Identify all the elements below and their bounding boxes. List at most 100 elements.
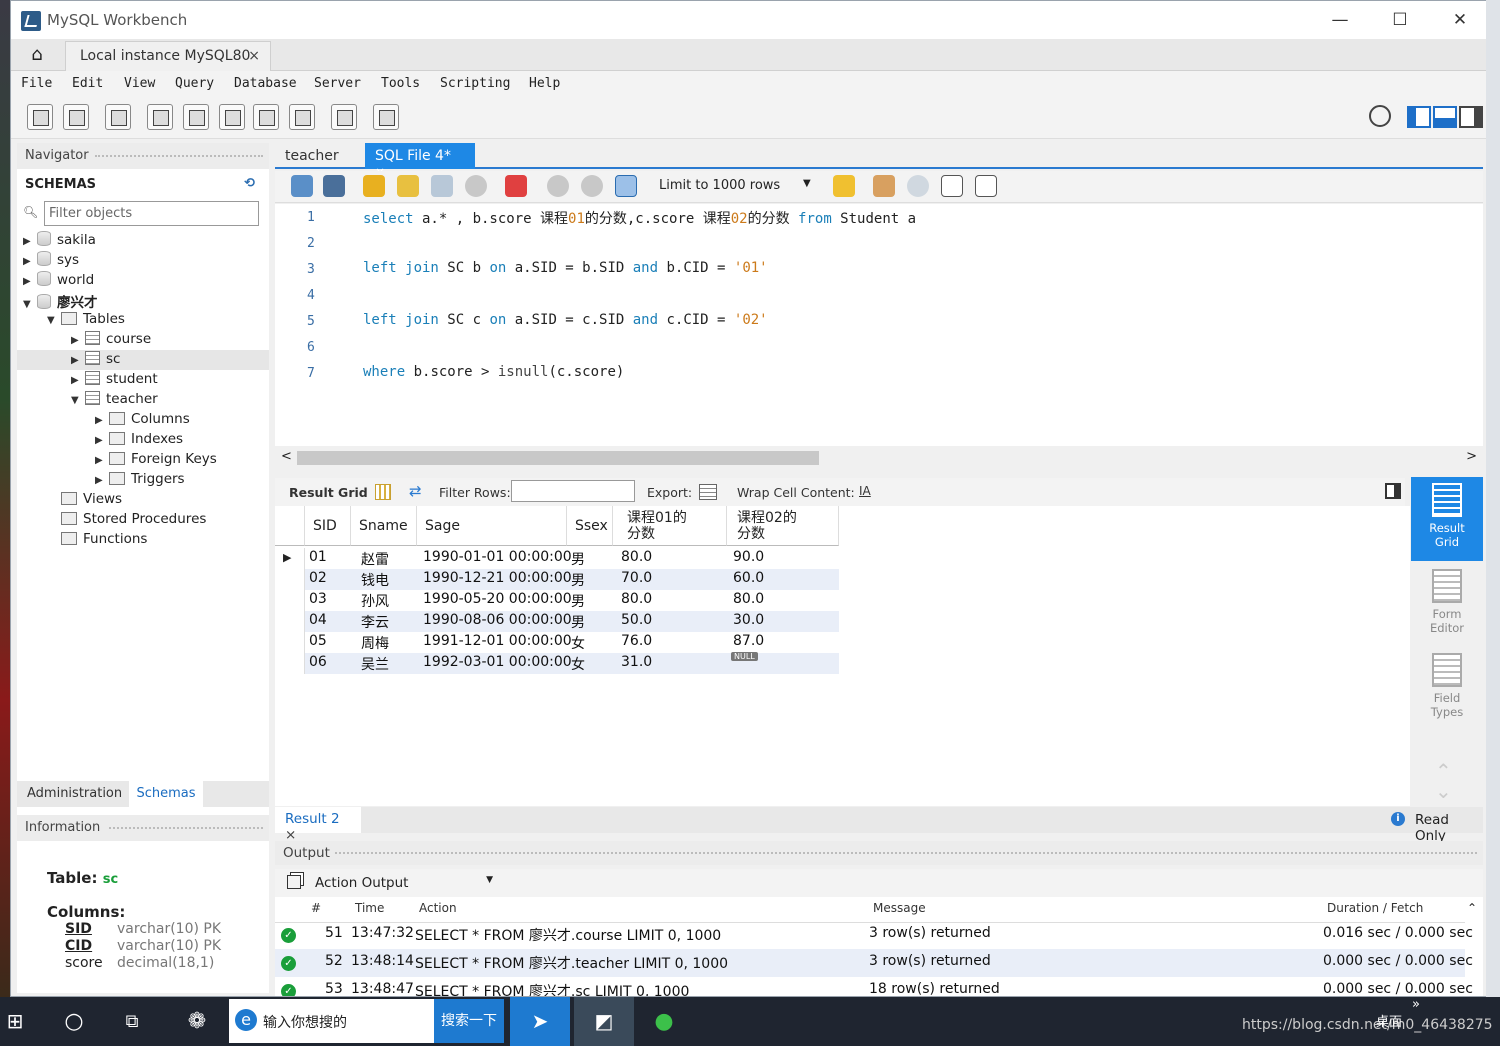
col-header-sname[interactable]: Sname [351, 506, 417, 546]
table-teacher[interactable]: ▼ teacher [71, 391, 158, 411]
grid-cell[interactable]: 1990-01-01 00:00:00 [423, 549, 572, 565]
grid-cell[interactable]: 80.0 [621, 591, 652, 607]
add-snippet-icon[interactable] [833, 175, 855, 197]
filter-objects-input[interactable]: Filter objects [44, 201, 259, 226]
grid-cell[interactable]: 女 [571, 633, 585, 653]
views-node[interactable]: Views [61, 491, 122, 511]
grid-cell[interactable]: 05 [309, 633, 327, 649]
tab-result-2[interactable]: Result 2 × [275, 807, 361, 843]
teacher-indexes[interactable]: ▶ Indexes [95, 431, 183, 451]
form-editor-button[interactable]: Form Editor [1411, 567, 1483, 643]
refresh-icon[interactable]: ⟲ [244, 176, 255, 191]
desktop-label[interactable]: 桌面 [1376, 1011, 1402, 1030]
grid-cell[interactable]: 70.0 [621, 570, 652, 586]
taskbar-search-input[interactable]: e 输入你想搜的 [229, 999, 434, 1043]
invisible-chars-icon[interactable] [941, 175, 963, 197]
rollback-icon[interactable] [581, 175, 603, 197]
output-row[interactable]: ✓ 51 13:47:32 SELECT * FROM 廖兴才.course L… [275, 921, 1473, 949]
menu-scripting[interactable]: Scripting [440, 76, 510, 91]
grid-cell[interactable]: 1990-12-21 00:00:00 [423, 570, 572, 586]
output-type-select[interactable]: Action Output ▼ [309, 872, 495, 894]
grid-cell[interactable]: 60.0 [733, 570, 764, 586]
col-header-sage[interactable]: Sage [417, 506, 567, 546]
windows-start-icon[interactable]: ⊞ [0, 997, 30, 1046]
toggle-secondary-sidebar-icon[interactable] [1459, 106, 1483, 128]
grid-cell[interactable]: 钱电 [361, 570, 389, 590]
tab-teacher[interactable]: teacher [275, 143, 363, 169]
create-procedure-icon[interactable] [253, 104, 279, 130]
close-window-button[interactable]: ✕ [1431, 1, 1489, 39]
tab-administration[interactable]: Administration [27, 786, 122, 801]
col-header-ssex[interactable]: Ssex [567, 506, 613, 546]
grid-cell[interactable]: 80.0 [733, 591, 764, 607]
grid-cell[interactable]: 04 [309, 612, 327, 628]
menu-database[interactable]: Database [234, 76, 297, 91]
grid-cell[interactable]: 02 [309, 570, 327, 586]
settings-gear-icon[interactable] [1369, 105, 1391, 127]
tables-node[interactable]: ▼ Tables [47, 311, 125, 331]
menu-server[interactable]: Server [314, 76, 361, 91]
menu-edit[interactable]: Edit [72, 76, 103, 91]
grid-icon[interactable] [375, 484, 391, 500]
grid-cell[interactable]: 76.0 [621, 633, 652, 649]
home-icon[interactable]: ⌂ [23, 43, 51, 67]
grid-cell[interactable]: 男 [571, 591, 585, 611]
grid-cell[interactable]: 孙风 [361, 591, 389, 611]
cortana-icon[interactable]: ○ [56, 997, 92, 1046]
task-view-icon[interactable]: ⧉ [114, 997, 150, 1046]
col-header-c02[interactable]: 课程02的 分数 [727, 506, 839, 546]
grid-cell[interactable]: 03 [309, 591, 327, 607]
grid-cell[interactable]: 吴兰 [361, 654, 389, 674]
scroll-arrows-icon[interactable]: ⌃ ⌄ [1435, 761, 1452, 801]
grid-cell[interactable]: 1990-05-20 00:00:00 [423, 591, 572, 607]
create-table-icon[interactable] [183, 104, 209, 130]
grid-cell[interactable]: 1991-12-01 00:00:00 [423, 633, 572, 649]
teacher-foreign-keys[interactable]: ▶ Foreign Keys [95, 451, 217, 471]
grid-cell[interactable]: 80.0 [621, 549, 652, 565]
menu-file[interactable]: File [21, 76, 52, 91]
refresh-icon[interactable]: ⇄ [409, 482, 422, 500]
scroll-thumb[interactable] [297, 451, 819, 465]
toggle-panel-icon[interactable] [1385, 483, 1401, 499]
grid-cell[interactable]: 赵雷 [361, 549, 389, 569]
menu-help[interactable]: Help [529, 76, 560, 91]
sql-editor[interactable]: 1 2 3 4 5 6 7 select a.* , b.score 课程01的… [275, 204, 1483, 446]
scroll-right-icon[interactable]: > [1466, 449, 1477, 464]
grid-cell[interactable]: 男 [571, 549, 585, 569]
inspector-icon[interactable] [105, 104, 131, 130]
maximize-button[interactable]: ☐ [1371, 1, 1429, 39]
grid-cell[interactable]: 06 [309, 654, 327, 670]
minimize-button[interactable]: — [1311, 1, 1369, 39]
table-sc[interactable]: ▶ sc [71, 351, 120, 371]
explain-icon[interactable] [431, 175, 453, 197]
grid-cell[interactable]: 01 [309, 549, 327, 565]
workbench-app-icon[interactable]: ◩ [574, 997, 634, 1046]
grid-cell[interactable]: 周梅 [361, 633, 389, 653]
search-table-data-icon[interactable] [331, 104, 357, 130]
grid-cell[interactable]: 87.0 [733, 633, 764, 649]
grid-cell[interactable]: 1992-03-01 00:00:00 [423, 654, 572, 670]
functions-node[interactable]: Functions [61, 531, 147, 551]
grid-cell[interactable]: 李云 [361, 612, 389, 632]
connection-tab[interactable]: Local instance MySQL80 × [65, 41, 271, 71]
wechat-icon[interactable]: ● [636, 997, 692, 1046]
scroll-left-icon[interactable]: < [281, 449, 292, 464]
menu-tools[interactable]: Tools [381, 76, 420, 91]
grid-cell[interactable]: 90.0 [733, 549, 764, 565]
create-view-icon[interactable] [219, 104, 245, 130]
grid-cell[interactable]: 男 [571, 570, 585, 590]
save-icon[interactable] [323, 175, 345, 197]
create-function-icon[interactable] [289, 104, 315, 130]
table-student[interactable]: ▶ student [71, 371, 158, 391]
output-row[interactable]: ✓ 53 13:48:47 SELECT * FROM 廖兴才.sc LIMIT… [275, 977, 1473, 996]
table-course[interactable]: ▶ course [71, 331, 151, 351]
search-button[interactable]: 搜索一下 [434, 999, 504, 1043]
tab-schemas[interactable]: Schemas [129, 781, 203, 807]
grid-cell[interactable]: 30.0 [733, 612, 764, 628]
chevron-down-icon[interactable]: ▼ [803, 178, 811, 189]
grid-cell[interactable]: 31.0 [621, 654, 652, 670]
autocommit-icon[interactable] [615, 175, 637, 197]
result-grid-label[interactable]: Result Grid [289, 485, 368, 500]
execute-icon[interactable] [363, 175, 385, 197]
editor-hscrollbar[interactable]: < > [275, 447, 1483, 469]
